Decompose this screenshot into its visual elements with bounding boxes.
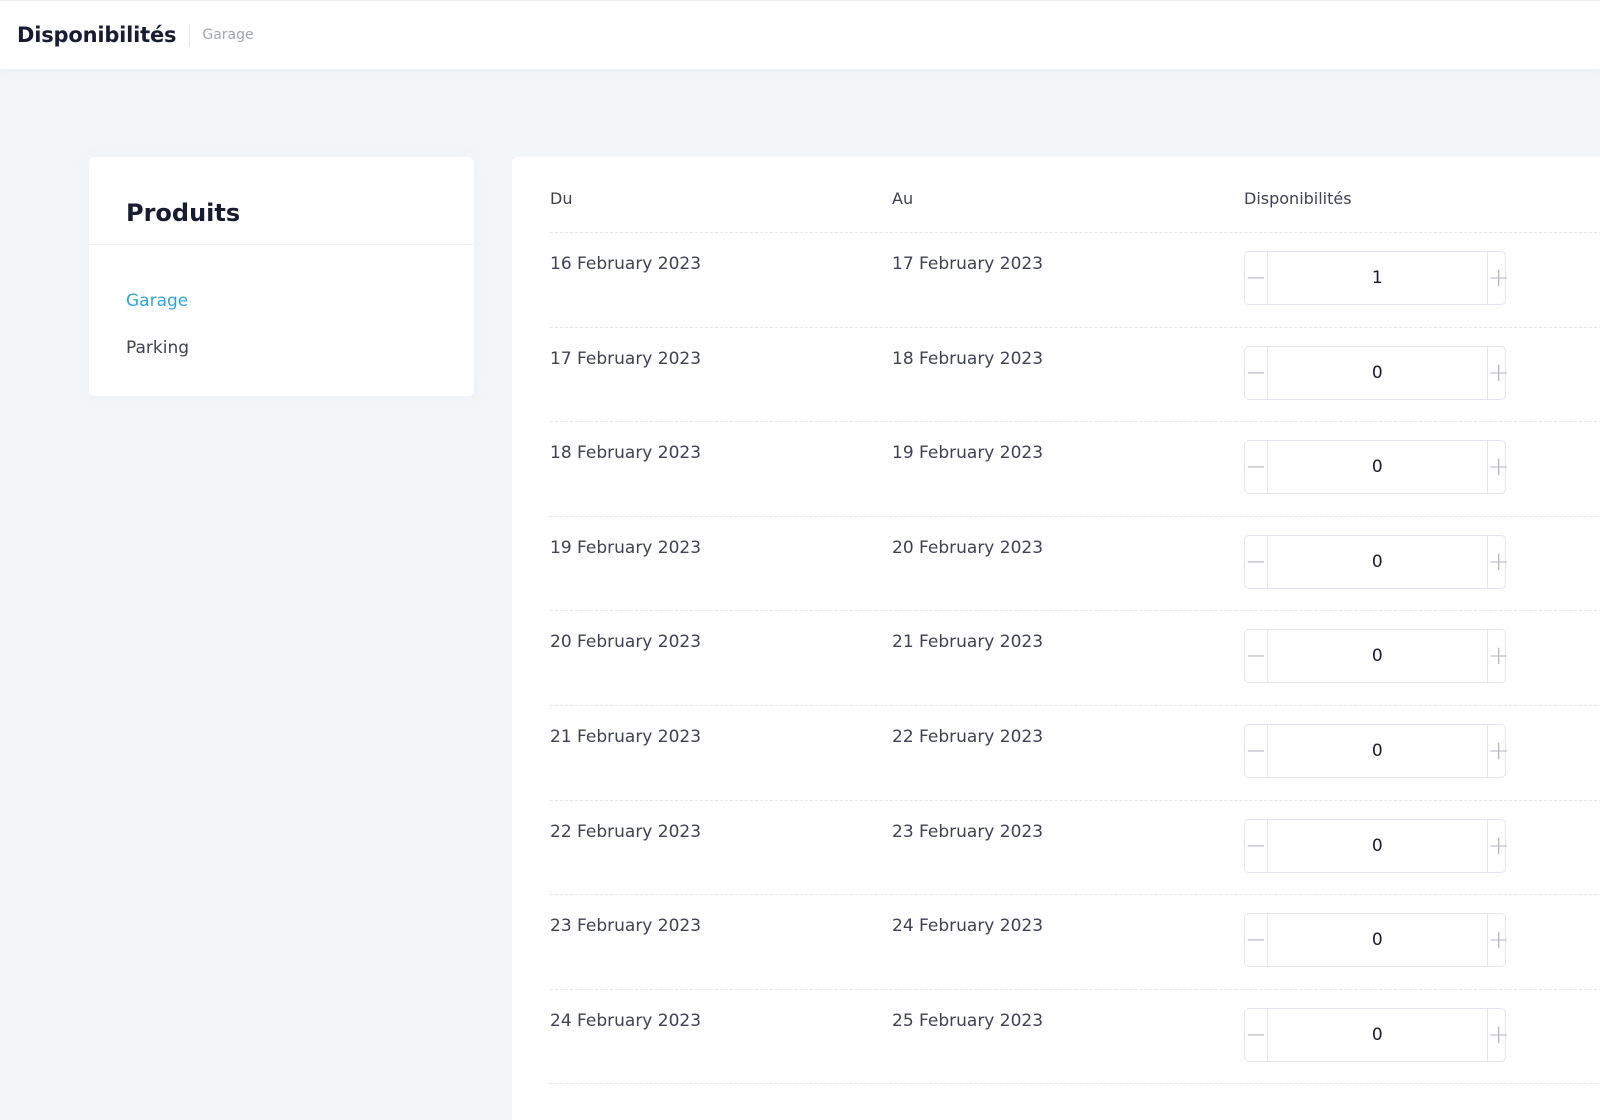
from-date: 24 February 2023 — [550, 1010, 702, 1031]
increment-button[interactable]: + — [1486, 630, 1510, 683]
availability-input[interactable] — [1267, 630, 1487, 683]
increment-button[interactable]: + — [1486, 346, 1510, 399]
to-date: 21 February 2023 — [892, 632, 1044, 653]
availability-input[interactable] — [1267, 725, 1487, 777]
availability-stepper: −+ — [1244, 818, 1510, 873]
decrement-button[interactable]: − — [1245, 441, 1268, 494]
table-row: 17 February 202318 February 2023−+ — [512, 327, 1600, 423]
breadcrumb[interactable]: Garage — [202, 27, 253, 43]
from-date: 23 February 2023 — [550, 916, 702, 937]
to-date: 24 February 2023 — [892, 916, 1044, 937]
increment-button[interactable]: + — [1486, 252, 1510, 304]
availability-stepper: −+ — [1244, 724, 1510, 778]
availability-input[interactable] — [1267, 346, 1487, 399]
from-date: 21 February 2023 — [550, 727, 702, 747]
availability-input[interactable] — [1267, 535, 1487, 588]
from-date: 18 February 2023 — [550, 443, 702, 464]
availability-input[interactable] — [1267, 914, 1487, 967]
to-date: 19 February 2023 — [892, 443, 1044, 464]
to-date: 25 February 2023 — [892, 1010, 1044, 1031]
product-item-parking[interactable]: Parking — [126, 338, 189, 358]
availability-input[interactable] — [1267, 819, 1487, 872]
availability-input[interactable] — [1267, 252, 1487, 304]
availability-stepper: −+ — [1244, 440, 1510, 495]
availability-stepper: −+ — [1244, 913, 1510, 968]
column-header-disponibilites: Disponibilités — [1244, 189, 1352, 208]
availability-input[interactable] — [1267, 1008, 1487, 1061]
products-title: Produits — [126, 199, 241, 227]
decrement-button[interactable]: − — [1245, 252, 1268, 304]
product-item-garage[interactable]: Garage — [126, 291, 188, 311]
table-row: 20 February 202321 February 2023−+ — [512, 610, 1600, 706]
increment-button[interactable]: + — [1486, 535, 1510, 588]
column-header-du: Du — [550, 189, 573, 208]
decrement-button[interactable]: − — [1245, 914, 1268, 967]
page-title: Disponibilités — [17, 23, 177, 47]
availability-stepper: −+ — [1244, 629, 1510, 684]
column-header-au: Au — [892, 189, 914, 208]
availability-stepper: −+ — [1244, 1007, 1510, 1062]
table-header: Du Au Disponibilités — [512, 157, 1600, 233]
decrement-button[interactable]: − — [1245, 630, 1268, 683]
row-separator — [550, 1083, 1600, 1085]
to-date: 23 February 2023 — [892, 821, 1044, 842]
from-date: 19 February 2023 — [550, 537, 702, 558]
table-row: 23 February 202324 February 2023−+ — [512, 894, 1600, 990]
table-row: 16 February 202317 February 2023−+ — [512, 232, 1600, 328]
table-row: 18 February 202319 February 2023−+ — [512, 421, 1600, 517]
increment-button[interactable]: + — [1486, 914, 1510, 967]
table-row: 22 February 202323 February 2023−+ — [512, 800, 1600, 896]
table-row: 24 February 202325 February 2023−+ — [512, 989, 1600, 1085]
to-date: 18 February 2023 — [892, 348, 1044, 369]
availability-stepper: −+ — [1244, 345, 1510, 400]
decrement-button[interactable]: − — [1245, 819, 1268, 872]
products-card: Produits Garage Parking — [89, 157, 474, 396]
decrement-button[interactable]: − — [1245, 535, 1268, 588]
availability-stepper: −+ — [1244, 534, 1510, 589]
title-separator — [189, 23, 191, 47]
table-row: 19 February 202320 February 2023−+ — [512, 516, 1600, 612]
to-date: 22 February 2023 — [892, 727, 1044, 747]
top-bar: Disponibilités Garage — [0, 0, 1600, 69]
to-date: 20 February 2023 — [892, 537, 1044, 558]
increment-button[interactable]: + — [1486, 725, 1510, 777]
decrement-button[interactable]: − — [1245, 1008, 1268, 1061]
from-date: 22 February 2023 — [550, 821, 702, 842]
decrement-button[interactable]: − — [1245, 725, 1268, 777]
from-date: 17 February 2023 — [550, 348, 702, 369]
availability-input[interactable] — [1267, 441, 1487, 494]
increment-button[interactable]: + — [1486, 1008, 1510, 1061]
availability-stepper: −+ — [1244, 251, 1510, 305]
table-row: 21 February 202322 February 2023−+ — [512, 705, 1600, 801]
increment-button[interactable]: + — [1486, 441, 1510, 494]
decrement-button[interactable]: − — [1245, 346, 1268, 399]
from-date: 20 February 2023 — [550, 632, 702, 653]
increment-button[interactable]: + — [1486, 819, 1510, 872]
to-date: 17 February 2023 — [892, 254, 1044, 274]
products-divider — [89, 244, 474, 245]
from-date: 16 February 2023 — [550, 254, 702, 274]
availability-table: Du Au Disponibilités 16 February 2023 17 … — [512, 157, 1600, 1120]
